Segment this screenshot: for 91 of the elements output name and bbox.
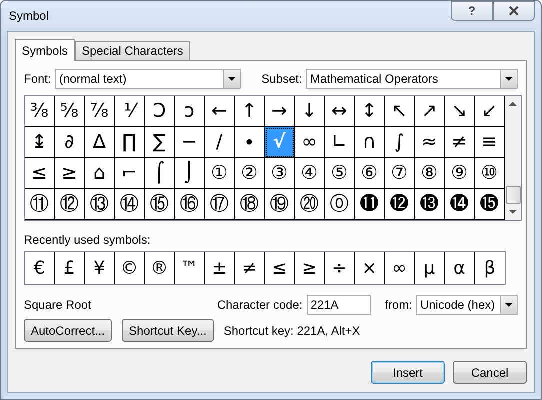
subset-label: Subset: — [262, 72, 302, 86]
help-button[interactable]: ? — [451, 1, 493, 21]
symbol-cell[interactable]: ↕ — [355, 96, 385, 127]
symbol-cell[interactable]: ↗ — [415, 96, 445, 127]
symbol-cell[interactable]: ⑭ — [115, 189, 145, 220]
symbol-cell[interactable]: ⑫ — [55, 189, 85, 220]
caret-icon — [505, 77, 513, 81]
symbol-cell[interactable]: ④ — [295, 158, 325, 189]
close-button[interactable] — [493, 1, 535, 21]
symbol-cell[interactable]: ⌡ — [175, 158, 205, 189]
symbol-cell[interactable]: ↔ — [325, 96, 355, 127]
symbol-cell[interactable]: ⅜ — [25, 96, 55, 127]
symbol-cell[interactable]: ⑧ — [415, 158, 445, 189]
symbol-cell[interactable]: ⑨ — [445, 158, 475, 189]
symbol-cell[interactable]: ⑩ — [475, 158, 505, 189]
from-label: from: — [385, 298, 412, 312]
symbol-cell[interactable]: ↨ — [25, 127, 55, 158]
symbol-cell[interactable]: ≈ — [415, 127, 445, 158]
symbol-cell[interactable]: ⑲ — [265, 189, 295, 220]
subset-dropdown[interactable]: Mathematical Operators — [306, 69, 518, 89]
symbol-cell[interactable]: ⑮ — [145, 189, 175, 220]
symbol-cell[interactable]: ⑯ — [175, 189, 205, 220]
symbol-cell[interactable]: ⅝ — [55, 96, 85, 127]
symbol-cell[interactable]: ⌂ — [85, 158, 115, 189]
symbol-cell[interactable]: ⅟ — [115, 96, 145, 127]
symbol-cell[interactable]: ⓬ — [385, 189, 415, 220]
symbol-cell[interactable]: ① — [205, 158, 235, 189]
symbol-cell[interactable]: ↄ — [175, 96, 205, 127]
symbol-cell[interactable]: ≥ — [55, 158, 85, 189]
symbol-cell[interactable]: ↖ — [385, 96, 415, 127]
scroll-up-icon[interactable] — [509, 102, 517, 106]
font-label: Font: — [24, 72, 52, 86]
symbol-cell[interactable]: ③ — [265, 158, 295, 189]
symbol-cell[interactable]: ∙ — [235, 127, 265, 158]
recent-label: Recently used symbols: — [24, 233, 152, 247]
symbol-cell[interactable]: ⑥ — [355, 158, 385, 189]
symbol-cell[interactable]: Ↄ — [145, 96, 175, 127]
symbol-cell[interactable]: ⑱ — [235, 189, 265, 220]
tab[interactable]: Special Characters — [75, 41, 190, 60]
shortcut-key-text: Shortcut key: 221A, Alt+X — [224, 324, 360, 338]
symbol-cell[interactable]: ∞ — [295, 127, 325, 158]
symbol-cell[interactable]: ⓮ — [445, 189, 475, 220]
font-dropdown[interactable]: (normal text) — [55, 69, 242, 89]
from-dropdown[interactable]: Unicode (hex) — [416, 295, 518, 315]
symbol-cell[interactable]: ↘ — [445, 96, 475, 127]
scroll-down-icon[interactable] — [509, 210, 517, 214]
symbol-cell[interactable]: ∑ — [145, 127, 175, 158]
symbol-cell[interactable]: ∏ — [115, 127, 145, 158]
shortcut-key-button[interactable]: Shortcut Key... — [122, 319, 214, 342]
symbol-cell[interactable]: − — [175, 127, 205, 158]
caret-icon — [505, 303, 514, 307]
symbol-cell[interactable]: ⑳ — [295, 189, 325, 220]
close-icon — [509, 6, 519, 16]
symbol-cell[interactable]: ∩ — [355, 127, 385, 158]
window-title: Symbol — [8, 9, 50, 23]
symbol-cell[interactable]: ∂ — [55, 127, 85, 158]
dialog-button[interactable]: Insert — [371, 361, 445, 384]
symbol-cell[interactable]: ↓ — [295, 96, 325, 127]
character-code-field[interactable]: 221A — [306, 295, 372, 315]
symbol-cell[interactable]: ⓭ — [415, 189, 445, 220]
symbol-cell[interactable]: ∟ — [325, 127, 355, 158]
symbol-cell[interactable]: ∕ — [205, 127, 235, 158]
dialog-button[interactable]: Cancel — [453, 361, 527, 384]
symbol-cell[interactable]: ≠ — [445, 127, 475, 158]
autocorrect-button[interactable]: AutoCorrect... — [24, 319, 112, 342]
symbol-cell[interactable]: ⑰ — [205, 189, 235, 220]
tab[interactable]: Symbols — [15, 39, 76, 61]
symbol-cell[interactable]: ↑ — [235, 96, 265, 127]
scrollbar[interactable] — [505, 96, 521, 220]
symbol-cell[interactable]: ⑬ — [85, 189, 115, 220]
caret-icon — [228, 77, 236, 81]
character-code-label: Character code: — [217, 298, 303, 312]
scroll-thumb[interactable] — [506, 186, 520, 204]
symbol-cell[interactable]: ↙ — [475, 96, 505, 127]
symbol-cell[interactable]: ∫ — [385, 127, 415, 158]
symbol-cell[interactable]: ⅞ — [85, 96, 115, 127]
symbol-cell[interactable]: ≡ — [475, 127, 505, 158]
symbol-cell[interactable]: ⓯ — [475, 189, 505, 220]
symbol-cell[interactable]: ⓪ — [325, 189, 355, 220]
symbol-cell[interactable]: ⑤ — [325, 158, 355, 189]
symbol-cell[interactable]: ② — [235, 158, 265, 189]
symbol-cell[interactable]: ⌐ — [115, 158, 145, 189]
character-name: Square Root — [24, 298, 92, 312]
symbol-cell[interactable]: ≤ — [25, 158, 55, 189]
symbol-cell[interactable]: ⌠ — [145, 158, 175, 189]
symbol-cell[interactable]: ⑪ — [25, 189, 55, 220]
symbol-cell[interactable]: ⑦ — [385, 158, 415, 189]
symbol-cell[interactable]: ⓫ — [355, 189, 385, 220]
symbol-cell[interactable]: ← — [205, 96, 235, 127]
symbol-cell[interactable]: → — [265, 96, 295, 127]
symbol-cell[interactable]: ∆ — [85, 127, 115, 158]
